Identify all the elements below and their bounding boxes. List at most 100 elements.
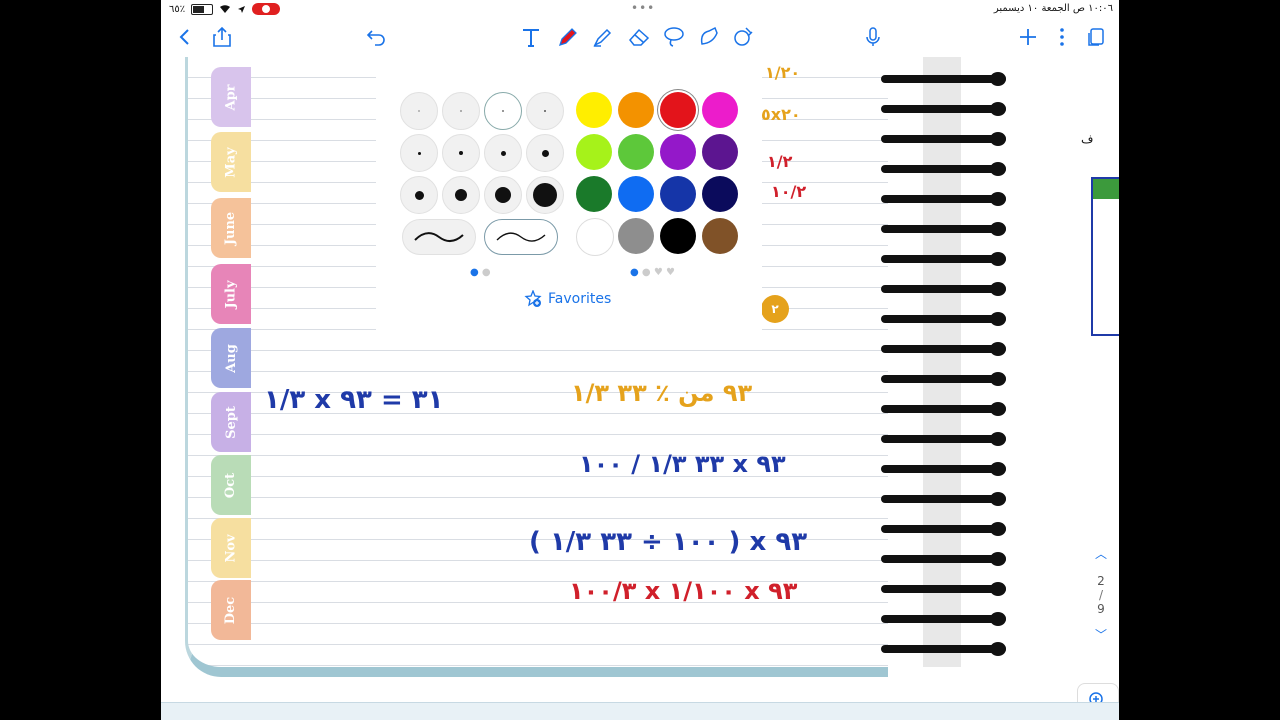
app-toolbar bbox=[161, 18, 1119, 56]
month-tab-may[interactable]: May bbox=[211, 132, 251, 192]
size-option[interactable] bbox=[400, 176, 438, 214]
color-swatch[interactable] bbox=[576, 176, 612, 212]
spiral-ring bbox=[881, 279, 1006, 299]
spiral-ring bbox=[881, 249, 1006, 269]
recording-indicator[interactable] bbox=[252, 3, 281, 15]
page-down-icon[interactable]: ﹀ bbox=[1089, 626, 1113, 643]
pen-icon[interactable] bbox=[555, 24, 581, 50]
size-option[interactable] bbox=[484, 134, 522, 172]
size-option[interactable] bbox=[442, 134, 480, 172]
microphone-icon[interactable] bbox=[860, 24, 886, 50]
month-tab-aug[interactable]: Aug bbox=[211, 328, 251, 388]
pages-icon[interactable] bbox=[1083, 24, 1109, 50]
spiral-ring bbox=[881, 309, 1006, 329]
size-option-selected[interactable] bbox=[484, 92, 522, 130]
color-swatch[interactable] bbox=[618, 218, 654, 254]
month-tab-apr[interactable]: Apr bbox=[211, 67, 251, 127]
color-swatch[interactable] bbox=[660, 218, 696, 254]
size-option[interactable] bbox=[442, 176, 480, 214]
text-icon[interactable] bbox=[518, 24, 544, 50]
color-page-dots[interactable]: ● ● ♥ ♥ bbox=[630, 267, 675, 278]
month-tab-dec[interactable]: Dec bbox=[211, 580, 251, 640]
color-swatch[interactable] bbox=[576, 92, 612, 128]
spiral-ring bbox=[881, 549, 1006, 569]
month-tab-july[interactable]: July bbox=[211, 264, 251, 324]
size-option[interactable] bbox=[526, 92, 564, 130]
add-favorite-icon bbox=[524, 290, 542, 307]
wifi-icon bbox=[220, 5, 231, 13]
month-tab-sept[interactable]: Sept bbox=[211, 392, 251, 452]
month-tab-oct[interactable]: Oct bbox=[211, 455, 251, 515]
page-separator: / bbox=[1098, 588, 1104, 602]
size-option[interactable] bbox=[526, 176, 564, 214]
spiral-ring bbox=[881, 129, 1006, 149]
size-page-dots[interactable]: ● ● bbox=[470, 267, 491, 278]
color-swatch[interactable] bbox=[702, 218, 738, 254]
color-swatch[interactable] bbox=[576, 218, 614, 256]
spiral-ring bbox=[881, 369, 1006, 389]
spiral-ring bbox=[881, 519, 1006, 539]
color-palette-popover: ● ● ● ● ♥ ♥ Favorites bbox=[376, 57, 762, 332]
page-total: 9 bbox=[1097, 602, 1105, 616]
spiral-ring bbox=[881, 639, 1006, 659]
lasso-icon[interactable] bbox=[661, 24, 687, 50]
spiral-ring bbox=[881, 159, 1006, 179]
favorites-button[interactable]: Favorites bbox=[524, 290, 611, 308]
stroke-style-option[interactable] bbox=[402, 219, 476, 255]
undo-icon[interactable] bbox=[363, 24, 389, 50]
color-swatch[interactable] bbox=[702, 176, 738, 212]
add-icon[interactable] bbox=[1015, 24, 1041, 50]
location-icon bbox=[238, 5, 246, 13]
math-line-2: ٩٣ من ٪ ٣٣ ١/٣ bbox=[571, 379, 753, 407]
color-swatch[interactable] bbox=[660, 92, 696, 128]
share-icon[interactable] bbox=[209, 24, 235, 50]
page-navigator: ︿ 2 / 9 ﹀ bbox=[1089, 545, 1113, 643]
highlighter-icon[interactable] bbox=[590, 24, 616, 50]
size-option[interactable] bbox=[400, 92, 438, 130]
color-swatch[interactable] bbox=[576, 134, 612, 170]
eraser-icon[interactable] bbox=[626, 24, 652, 50]
spiral-ring bbox=[881, 219, 1006, 239]
color-swatch[interactable] bbox=[660, 176, 696, 212]
size-option[interactable] bbox=[526, 134, 564, 172]
right-label: ف bbox=[1081, 132, 1094, 146]
page-badge: ٢ bbox=[761, 295, 789, 323]
color-swatch[interactable] bbox=[618, 92, 654, 128]
color-swatch[interactable] bbox=[660, 134, 696, 170]
sticker-icon[interactable] bbox=[730, 24, 756, 50]
spiral-ring bbox=[881, 399, 1006, 419]
month-tab-june[interactable]: June bbox=[211, 198, 251, 258]
status-bar: ٦٥٪ ••• ١٠:٠٦ ص الجمعة ١٠ ديسمبر bbox=[161, 0, 1119, 18]
page-current: 2 bbox=[1097, 574, 1105, 588]
spiral-ring bbox=[881, 609, 1006, 629]
more-icon[interactable] bbox=[1049, 24, 1075, 50]
spiral-ring bbox=[881, 459, 1006, 479]
math-line-5: ٩٣ x ١/١٠٠ x ١٠٠/٣ bbox=[569, 577, 798, 605]
stroke-style-option-selected[interactable] bbox=[484, 219, 558, 255]
side-number-1: ١/٢٠ bbox=[765, 63, 801, 82]
battery-percent: ٦٥٪ bbox=[169, 3, 186, 15]
spiral-ring bbox=[881, 489, 1006, 509]
multitask-dots[interactable]: ••• bbox=[631, 1, 655, 15]
size-option[interactable] bbox=[484, 176, 522, 214]
math-line-1: ٣١ = ٩٣ x ١/٣ bbox=[264, 385, 444, 415]
spiral-binding bbox=[881, 57, 1006, 667]
right-table bbox=[1091, 177, 1119, 336]
color-swatch[interactable] bbox=[702, 134, 738, 170]
battery-icon bbox=[191, 3, 214, 15]
size-option[interactable] bbox=[442, 92, 480, 130]
shapes-icon[interactable] bbox=[696, 24, 722, 50]
spiral-ring bbox=[881, 429, 1006, 449]
math-line-3: ٩٣ x ٣٣ ١/٣ / ١٠٠ bbox=[579, 450, 786, 478]
back-icon[interactable] bbox=[171, 24, 197, 50]
color-swatch[interactable] bbox=[618, 134, 654, 170]
size-option[interactable] bbox=[400, 134, 438, 172]
math-line-4: ٩٣ x ( ١٠٠ ÷ ٣٣ ١/٣ ) bbox=[529, 527, 808, 557]
color-swatch[interactable] bbox=[702, 92, 738, 128]
status-datetime: ١٠:٠٦ ص الجمعة ١٠ ديسمبر bbox=[993, 3, 1113, 14]
favorites-label: Favorites bbox=[548, 291, 612, 307]
spiral-ring bbox=[881, 69, 1006, 89]
page-up-icon[interactable]: ︿ bbox=[1089, 545, 1113, 562]
month-tab-nov[interactable]: Nov bbox=[211, 518, 251, 578]
color-swatch[interactable] bbox=[618, 176, 654, 212]
